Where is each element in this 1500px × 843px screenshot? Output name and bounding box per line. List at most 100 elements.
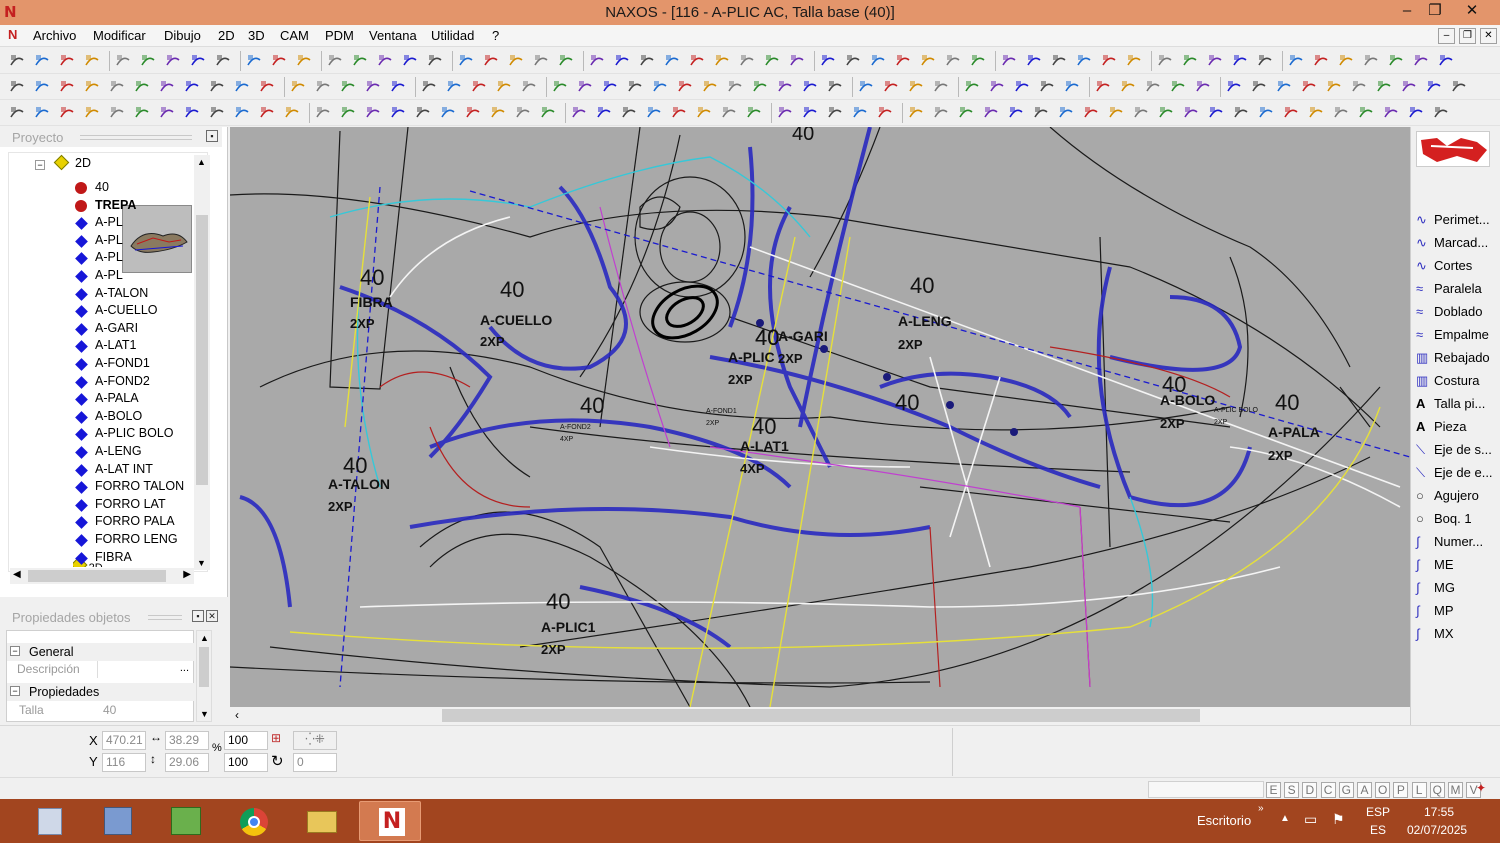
toolbar-tool-icon[interactable]: [1425, 78, 1443, 96]
tree-item[interactable]: A-LENG: [95, 444, 142, 458]
toolbar-tool-icon[interactable]: [801, 104, 819, 122]
toolbar-tool-icon[interactable]: [58, 78, 76, 96]
angle-field[interactable]: 0: [293, 753, 337, 772]
toolbar-tool-icon[interactable]: [1450, 78, 1468, 96]
toolbar-tool-icon[interactable]: [1075, 52, 1093, 70]
toolbar-tool-icon[interactable]: [58, 104, 76, 122]
taskbar-explorer-icon[interactable]: [86, 801, 148, 841]
language-bottom[interactable]: ES: [1370, 823, 1386, 837]
toolbar-tool-icon[interactable]: [1382, 104, 1400, 122]
toolbar-tool-icon[interactable]: [701, 78, 719, 96]
clock-time[interactable]: 17:55: [1424, 805, 1454, 819]
status-toggle-a[interactable]: A: [1357, 782, 1372, 798]
minimize-button[interactable]: –: [1392, 0, 1422, 22]
toolbar-tool-icon[interactable]: [982, 104, 1000, 122]
toolbar-tool-icon[interactable]: [963, 78, 981, 96]
toolbar-tool-icon[interactable]: [551, 78, 569, 96]
toolbar-tool-icon[interactable]: [233, 104, 251, 122]
toolbar-tool-icon[interactable]: [58, 52, 76, 70]
toolbar-tool-icon[interactable]: [595, 104, 613, 122]
toolbar-tool-icon[interactable]: [8, 104, 26, 122]
toolbar-tool-icon[interactable]: [114, 52, 132, 70]
tool-item[interactable]: ∫ Numer...: [1416, 534, 1483, 554]
toolbar-tool-icon[interactable]: [620, 104, 638, 122]
status-logo-icon[interactable]: ✦: [1476, 781, 1496, 797]
toolbar-tool-icon[interactable]: [1025, 52, 1043, 70]
toolbar-tool-icon[interactable]: [557, 52, 575, 70]
toolbar-tool-icon[interactable]: [1282, 104, 1300, 122]
tool-item[interactable]: ≈ Empalme: [1416, 327, 1489, 347]
status-toggle-s[interactable]: S: [1284, 782, 1300, 798]
toolbar-tool-icon[interactable]: [439, 104, 457, 122]
status-toggle-q[interactable]: Q: [1429, 782, 1445, 798]
scroll-left-icon[interactable]: ◀: [13, 569, 21, 580]
network-icon[interactable]: ▭: [1304, 811, 1317, 828]
toolbar-tool-icon[interactable]: [1144, 78, 1162, 96]
toolbar-tool-icon[interactable]: [258, 78, 276, 96]
toolbar-tool-icon[interactable]: [351, 52, 369, 70]
tree-item[interactable]: FORRO PALA: [95, 514, 175, 528]
toolbar-tool-icon[interactable]: [189, 52, 207, 70]
scroll-left-icon[interactable]: ‹: [235, 708, 239, 722]
status-toggle-l[interactable]: L: [1411, 782, 1427, 798]
toolbar-tool-icon[interactable]: [539, 104, 557, 122]
toolbar-tool-icon[interactable]: [214, 52, 232, 70]
status-toggle-g[interactable]: G: [1338, 782, 1354, 798]
tool-item[interactable]: ∿ Cortes: [1416, 258, 1472, 278]
tree-item[interactable]: A-LAT1: [95, 338, 136, 352]
toolbar-tool-icon[interactable]: [1156, 52, 1174, 70]
toolbar-tool-icon[interactable]: [1232, 104, 1250, 122]
toolbar-tool-icon[interactable]: [857, 78, 875, 96]
menu-3d[interactable]: 3D: [248, 28, 265, 43]
property-section-propiedades[interactable]: − Propiedades: [7, 683, 195, 701]
toolbar-tool-icon[interactable]: [1063, 78, 1081, 96]
scroll-down-icon[interactable]: ▼: [200, 709, 209, 719]
panel-grip[interactable]: [148, 615, 182, 620]
toolbar-tool-icon[interactable]: [645, 104, 663, 122]
property-section-general[interactable]: − General: [7, 643, 195, 661]
toolbar-tool-icon[interactable]: [695, 104, 713, 122]
collapse-icon[interactable]: −: [10, 646, 20, 656]
menu-utilidad[interactable]: Utilidad: [431, 28, 474, 43]
canvas-horizontal-scrollbar[interactable]: ‹: [230, 707, 1410, 725]
mdi-close-button[interactable]: ✕: [1480, 28, 1497, 44]
toolbar-tool-icon[interactable]: [1412, 52, 1430, 70]
document-icon[interactable]: N: [8, 27, 17, 42]
property-scrollbar[interactable]: ▲ ▼: [196, 630, 212, 722]
clock-date[interactable]: 02/07/2025: [1407, 823, 1467, 837]
toolbar-tool-icon[interactable]: [1332, 104, 1350, 122]
toolbar-tool-icon[interactable]: [751, 78, 769, 96]
toolbar-tool-icon[interactable]: [688, 52, 706, 70]
desktop-toolbar-label[interactable]: Escritorio: [1197, 813, 1251, 828]
toolbar-tool-icon[interactable]: [1125, 52, 1143, 70]
toolbar-tool-icon[interactable]: [988, 78, 1006, 96]
pattern-drawing[interactable]: 40FIBRA2XP40A-CUELLO2XP40A-LENG2XP40A-GA…: [230, 127, 1410, 707]
mdi-minimize-button[interactable]: –: [1438, 28, 1455, 44]
status-toggle-c[interactable]: C: [1320, 782, 1336, 798]
tree-item[interactable]: A-GARI: [95, 321, 138, 335]
toolbar-tool-icon[interactable]: [720, 104, 738, 122]
dy-field[interactable]: 29.06: [165, 753, 209, 772]
tool-item[interactable]: ∫ MX: [1416, 626, 1454, 646]
toolbar-tool-icon[interactable]: [314, 104, 332, 122]
toolbar-tool-icon[interactable]: [339, 78, 357, 96]
tray-up-icon[interactable]: ▲: [1280, 813, 1290, 824]
menu-pdm[interactable]: PDM: [325, 28, 354, 43]
toolbar-tool-icon[interactable]: [108, 104, 126, 122]
panel-grip[interactable]: [80, 135, 192, 140]
tree-item[interactable]: A-FOND2: [95, 374, 150, 388]
flag-icon[interactable]: ⚑: [1332, 811, 1345, 828]
toolbar-tool-icon[interactable]: [1325, 78, 1343, 96]
toolbar-tool-icon[interactable]: [245, 52, 263, 70]
toolbar-tool-icon[interactable]: [1157, 104, 1175, 122]
toolbar-tool-icon[interactable]: [738, 52, 756, 70]
toolbar-tool-icon[interactable]: [826, 78, 844, 96]
toolbar-tool-icon[interactable]: [507, 52, 525, 70]
toolbar-tool-icon[interactable]: [1362, 52, 1380, 70]
toolbar-tool-icon[interactable]: [233, 78, 251, 96]
toolbar-tool-icon[interactable]: [1256, 52, 1274, 70]
menu-modificar[interactable]: Modificar: [93, 28, 146, 43]
toolbar-tool-icon[interactable]: [83, 78, 101, 96]
toolbar-tool-icon[interactable]: [745, 104, 763, 122]
tree-root-label[interactable]: 2D: [75, 156, 91, 170]
